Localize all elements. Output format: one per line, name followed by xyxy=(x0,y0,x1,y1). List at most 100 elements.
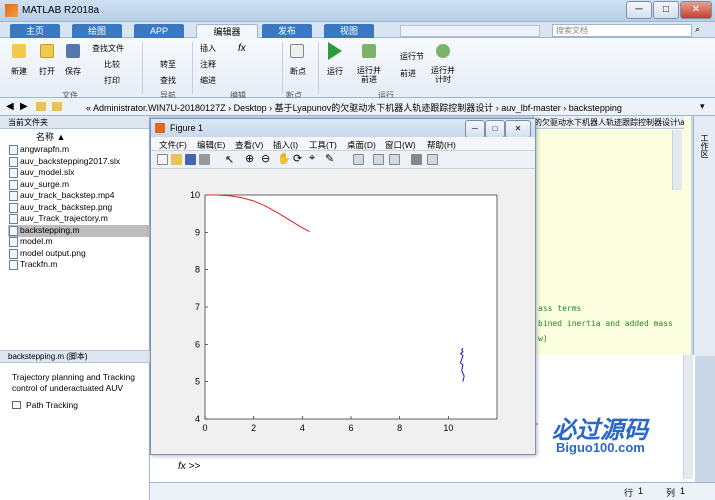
breakpoints-button[interactable]: 断点 xyxy=(284,66,312,77)
figure-close-button[interactable]: ✕ xyxy=(505,120,531,138)
new-icon xyxy=(12,44,26,58)
menu-help[interactable]: 帮助(H) xyxy=(427,139,456,151)
editor-scrollbar[interactable] xyxy=(672,130,682,190)
pan-icon[interactable]: ✋ xyxy=(277,152,291,165)
compare-button[interactable]: 比较 xyxy=(104,59,120,70)
editor-tab[interactable]: 的欠驱动水下机器人轨迹跟踪控制器设计\auv_l... xyxy=(534,116,684,129)
tab-editor[interactable]: 编辑器 xyxy=(196,24,258,38)
zoom-out-icon[interactable]: ⊖ xyxy=(261,152,270,165)
row-value: 1 xyxy=(638,486,644,496)
print-button[interactable]: 打印 xyxy=(104,75,120,86)
hide-tools-icon[interactable] xyxy=(411,154,422,165)
save-figure-icon[interactable] xyxy=(185,154,196,165)
zoom-in-icon[interactable]: ⊕ xyxy=(245,152,254,165)
file-icon xyxy=(9,191,18,201)
plot-area[interactable]: 0 2 4 6 8 10 4 5 6 7 8 9 10 xyxy=(151,169,535,454)
tab-home[interactable]: 主页 xyxy=(10,24,60,38)
command-scrollbar[interactable] xyxy=(683,355,693,479)
link-plot-icon[interactable] xyxy=(353,154,364,165)
menu-insert[interactable]: 插入(I) xyxy=(273,139,298,151)
menu-desktop[interactable]: 桌面(D) xyxy=(347,139,376,151)
run-section-button[interactable]: 运行节 xyxy=(400,51,424,62)
current-folder-panel: 当前文件夹 名称 ▲ angwrapfn.m auv_backstepping20… xyxy=(0,116,150,500)
colorbar-icon[interactable] xyxy=(373,154,384,165)
menu-edit[interactable]: 编辑(E) xyxy=(197,139,225,151)
breakpoints-icon xyxy=(290,44,304,58)
tab-plots[interactable]: 绘图 xyxy=(72,24,122,38)
open-file-icon[interactable] xyxy=(171,154,182,165)
comment-button[interactable]: 注释 xyxy=(200,59,216,70)
chart-svg[interactable]: 0 2 4 6 8 10 4 5 6 7 8 9 10 xyxy=(151,169,535,454)
tab-view[interactable]: 视图 xyxy=(324,24,374,38)
new-button[interactable]: 新建 xyxy=(6,66,32,77)
command-prompt[interactable]: fx >> xyxy=(178,461,200,472)
name-column-header[interactable]: 名称 ▲ xyxy=(36,130,65,143)
file-list-item[interactable]: auv_model.slx xyxy=(20,167,74,179)
minimize-button[interactable]: ─ xyxy=(626,1,652,19)
maximize-button[interactable]: □ xyxy=(653,1,679,19)
details-path-tracking[interactable]: Path Tracking xyxy=(26,400,78,410)
indent-button[interactable]: 缩进 xyxy=(200,75,216,86)
file-list-item[interactable]: auv_Track_trajectory.m xyxy=(20,213,108,225)
goto-button[interactable]: 转至 xyxy=(160,59,176,70)
menu-file[interactable]: 文件(F) xyxy=(159,139,187,151)
run-time-button[interactable]: 运行并 计时 xyxy=(426,66,460,84)
axes-box xyxy=(204,194,498,420)
open-button[interactable]: 打开 xyxy=(34,66,60,77)
file-icon xyxy=(9,214,18,224)
code-comment-line[interactable]: ass terms xyxy=(538,304,581,313)
folder-icon[interactable] xyxy=(36,102,46,111)
find-files-button[interactable]: 查找文件 xyxy=(92,43,124,54)
close-button[interactable]: ✕ xyxy=(680,1,712,19)
file-list-item[interactable]: Trackfn.m xyxy=(20,259,57,271)
current-path[interactable]: « Administrator.WIN7U-20180127Z › Deskto… xyxy=(86,101,622,114)
tab-publish[interactable]: 发布 xyxy=(262,24,312,38)
dock-icon[interactable] xyxy=(427,154,438,165)
brush-icon[interactable]: ✎ xyxy=(325,152,334,165)
details-title: backstepping.m (脚本) xyxy=(0,350,150,363)
legend-icon[interactable] xyxy=(389,154,400,165)
file-list-item[interactable]: auv_track_backstep.mp4 xyxy=(20,190,115,202)
path-dropdown-icon[interactable]: ▾ xyxy=(700,101,705,112)
quick-access-toolbar[interactable] xyxy=(400,25,540,37)
menu-tools[interactable]: 工具(T) xyxy=(309,139,337,151)
code-comment-line[interactable]: w) xyxy=(538,334,548,343)
file-list-item[interactable]: auv_surge.m xyxy=(20,179,69,191)
figure-maximize-button[interactable]: □ xyxy=(485,120,505,138)
file-list-item[interactable]: model output.png xyxy=(20,248,86,260)
pointer-icon[interactable]: ↖ xyxy=(225,153,234,166)
search-docs-input[interactable]: 搜索文档 xyxy=(552,24,692,37)
file-list-item[interactable]: auv_track_backstep.png xyxy=(20,202,112,214)
tab-apps[interactable]: APP xyxy=(134,24,184,38)
find-button[interactable]: 查找 xyxy=(160,75,176,86)
menu-view[interactable]: 查看(V) xyxy=(235,139,263,151)
file-icon xyxy=(9,145,18,155)
save-button[interactable]: 保存 xyxy=(60,66,86,77)
figure-minimize-button[interactable]: ─ xyxy=(465,120,485,138)
file-list-item[interactable]: model.m xyxy=(20,236,53,248)
folder-up-icon[interactable] xyxy=(52,102,62,111)
file-list-item[interactable]: auv_backstepping2017.slx xyxy=(20,156,120,168)
new-figure-icon[interactable] xyxy=(157,154,168,165)
forward-icon[interactable]: ▶ xyxy=(20,101,28,112)
function-icon[interactable]: fx xyxy=(238,43,246,54)
file-list-item[interactable]: angwrapfn.m xyxy=(20,144,69,156)
data-cursor-icon[interactable]: ⌖ xyxy=(309,152,315,165)
rotate-icon[interactable]: ⟳ xyxy=(293,152,302,165)
print-figure-icon[interactable] xyxy=(199,154,210,165)
search-icon[interactable]: ⌕ xyxy=(695,24,700,35)
run-button[interactable]: 运行 xyxy=(322,66,348,77)
back-icon[interactable]: ◀ xyxy=(6,101,14,112)
matlab-logo xyxy=(5,4,18,17)
run-advance-button[interactable]: 运行并 前进 xyxy=(352,66,386,84)
open-folder-icon xyxy=(40,44,54,58)
advance-button[interactable]: 前进 xyxy=(400,68,416,79)
code-comment-line[interactable]: bined inertia and added mass xyxy=(538,319,673,328)
file-list-item[interactable]: backstepping.m xyxy=(8,224,150,237)
figure-window[interactable]: Figure 1 ─ □ ✕ 文件(F) 编辑(E) 查看(V) 插入(I) 工… xyxy=(150,118,536,455)
x-tick-label: 0 xyxy=(202,423,207,433)
workspace-label[interactable]: 工作区 xyxy=(699,134,710,158)
run-icon xyxy=(328,42,342,60)
menu-window[interactable]: 窗口(W) xyxy=(385,139,416,151)
insert-button[interactable]: 插入 xyxy=(200,43,216,54)
